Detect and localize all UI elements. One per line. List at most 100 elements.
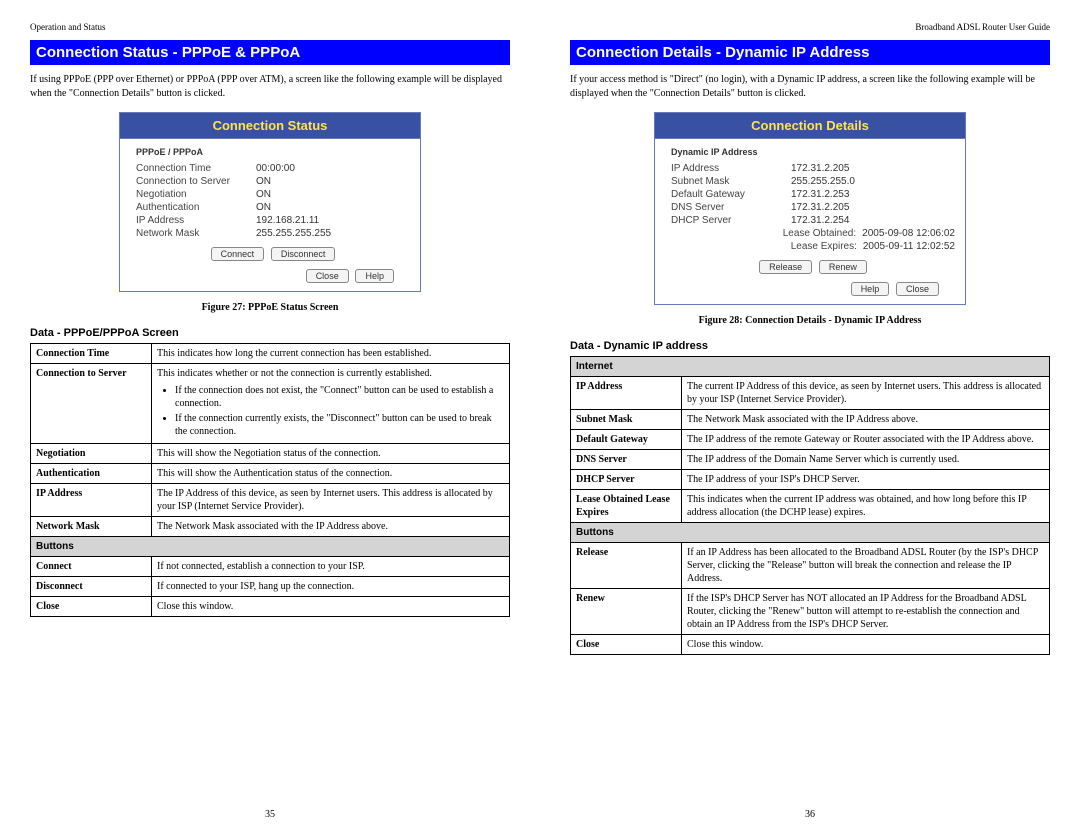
kv-row: Connection Time00:00:00 (136, 163, 410, 174)
cell-desc: The IP address of the remote Gateway or … (682, 430, 1050, 450)
table-row: DisconnectIf connected to your ISP, hang… (31, 577, 510, 597)
kv-val: 172.31.2.254 (791, 215, 849, 226)
table-row: RenewIf the ISP's DHCP Server has NOT al… (571, 589, 1050, 635)
cell-label: Disconnect (31, 577, 152, 597)
cell-label: Connection to Server (31, 364, 152, 444)
kv-key: Authentication (136, 202, 256, 213)
figure-caption-right: Figure 28: Connection Details - Dynamic … (570, 315, 1050, 326)
kv-val: 172.31.2.205 (791, 163, 849, 174)
cell-desc: The IP Address of this device, as seen b… (152, 484, 510, 517)
connection-status-panel: Connection Status PPPoE / PPPoA Connecti… (119, 112, 421, 292)
panel-wrap-right: Connection Details Dynamic IP Address IP… (570, 112, 1050, 305)
kv-row: Connection to ServerON (136, 176, 410, 187)
table-row: ConnectIf not connected, establish a con… (31, 557, 510, 577)
cell-desc: The Network Mask associated with the IP … (682, 410, 1050, 430)
cell-label: DNS Server (571, 450, 682, 470)
cell-desc: This indicates how long the current conn… (152, 344, 510, 364)
kv-val: 2005-09-11 12:02:52 (863, 241, 955, 252)
cell-desc: The IP address of the Domain Name Server… (682, 450, 1050, 470)
section-title-right: Connection Details - Dynamic IP Address (570, 40, 1050, 65)
cell-desc: If connected to your ISP, hang up the co… (152, 577, 510, 597)
kv-row: NegotiationON (136, 189, 410, 200)
panel-btns-row2: Help Close (671, 282, 955, 296)
kv-row: DHCP Server172.31.2.254 (671, 215, 955, 226)
kv-row: IP Address172.31.2.205 (671, 163, 955, 174)
list-item: If the connection does not exist, the "C… (175, 384, 504, 410)
data-table-right: Internet IP AddressThe current IP Addres… (570, 356, 1050, 655)
kv-val: 172.31.2.253 (791, 189, 849, 200)
page-number-left: 35 (0, 809, 540, 820)
table-row: Default GatewayThe IP address of the rem… (571, 430, 1050, 450)
intro-right: If your access method is "Direct" (no lo… (570, 73, 1050, 100)
kv-key: IP Address (136, 215, 256, 226)
panel-subhead-left: PPPoE / PPPoA (136, 147, 410, 157)
table-row: Network MaskThe Network Mask associated … (31, 517, 510, 537)
kv-key: Connection to Server (136, 176, 256, 187)
panel-btns-row2: Close Help (136, 269, 410, 283)
kv-key: Default Gateway (671, 189, 791, 200)
table-row: NegotiationThis will show the Negotiatio… (31, 444, 510, 464)
table-section-row: Buttons (31, 537, 510, 557)
cell-label: Release (571, 543, 682, 589)
kv-row: Lease Expires: 2005-09-11 12:02:52 (671, 241, 955, 252)
cell-label: Connection Time (31, 344, 152, 364)
cell-label: Close (31, 597, 152, 617)
kv-key: Subnet Mask (671, 176, 791, 187)
cell-desc: Close this window. (682, 635, 1050, 655)
table-row: CloseClose this window. (31, 597, 510, 617)
renew-button[interactable]: Renew (819, 260, 867, 274)
panel-wrap-left: Connection Status PPPoE / PPPoA Connecti… (30, 112, 510, 292)
kv-key: Connection Time (136, 163, 256, 174)
cell-label: Authentication (31, 464, 152, 484)
document-spread: Operation and Status Connection Status -… (0, 0, 1080, 834)
help-button[interactable]: Help (355, 269, 394, 283)
cell-label: Connect (31, 557, 152, 577)
cell-desc: The IP address of your ISP's DHCP Server… (682, 470, 1050, 490)
table-row: ReleaseIf an IP Address has been allocat… (571, 543, 1050, 589)
close-button[interactable]: Close (306, 269, 349, 283)
table-row: CloseClose this window. (571, 635, 1050, 655)
kv-key: Lease Expires: (791, 241, 857, 252)
bullet-list: If the connection does not exist, the "C… (175, 384, 504, 438)
panel-title-right: Connection Details (655, 113, 965, 139)
help-button[interactable]: Help (851, 282, 890, 296)
intro-left: If using PPPoE (PPP over Ethernet) or PP… (30, 73, 510, 100)
section-title-left: Connection Status - PPPoE & PPPoA (30, 40, 510, 65)
connection-details-panel: Connection Details Dynamic IP Address IP… (654, 112, 966, 305)
cell-desc: The Network Mask associated with the IP … (152, 517, 510, 537)
cell-desc: This will show the Negotiation status of… (152, 444, 510, 464)
table-section-row: Internet (571, 357, 1050, 377)
cell-label: Renew (571, 589, 682, 635)
data-heading-right: Data - Dynamic IP address (570, 340, 1050, 352)
table-row: IP AddressThe IP Address of this device,… (31, 484, 510, 517)
kv-val: ON (256, 202, 271, 213)
panel-body-right: Dynamic IP Address IP Address172.31.2.20… (655, 139, 965, 304)
panel-btns-row1: Release Renew (671, 260, 955, 274)
disconnect-button[interactable]: Disconnect (271, 247, 336, 261)
cell-label: Subnet Mask (571, 410, 682, 430)
connect-button[interactable]: Connect (211, 247, 265, 261)
cell-desc: If the ISP's DHCP Server has NOT allocat… (682, 589, 1050, 635)
close-button[interactable]: Close (896, 282, 939, 296)
cell-label: Lease Obtained Lease Expires (571, 490, 682, 523)
cell-label: Network Mask (31, 517, 152, 537)
cell-label: IP Address (31, 484, 152, 517)
kv-val: ON (256, 189, 271, 200)
table-row: Lease Obtained Lease ExpiresThis indicat… (571, 490, 1050, 523)
cell-desc: The current IP Address of this device, a… (682, 377, 1050, 410)
release-button[interactable]: Release (759, 260, 812, 274)
cell-label: DHCP Server (571, 470, 682, 490)
cell-desc: If an IP Address has been allocated to t… (682, 543, 1050, 589)
panel-btns-row1: Connect Disconnect (136, 247, 410, 261)
kv-row: IP Address192.168.21.11 (136, 215, 410, 226)
page-header-left: Operation and Status (30, 22, 510, 32)
table-row: DHCP ServerThe IP address of your ISP's … (571, 470, 1050, 490)
cell-desc: If not connected, establish a connection… (152, 557, 510, 577)
kv-key: DNS Server (671, 202, 791, 213)
panel-title-left: Connection Status (120, 113, 420, 139)
list-item: If the connection currently exists, the … (175, 412, 504, 438)
table-row: IP AddressThe current IP Address of this… (571, 377, 1050, 410)
cell-desc: This will show the Authentication status… (152, 464, 510, 484)
table-row: AuthenticationThis will show the Authent… (31, 464, 510, 484)
section-cell: Buttons (571, 523, 1050, 543)
